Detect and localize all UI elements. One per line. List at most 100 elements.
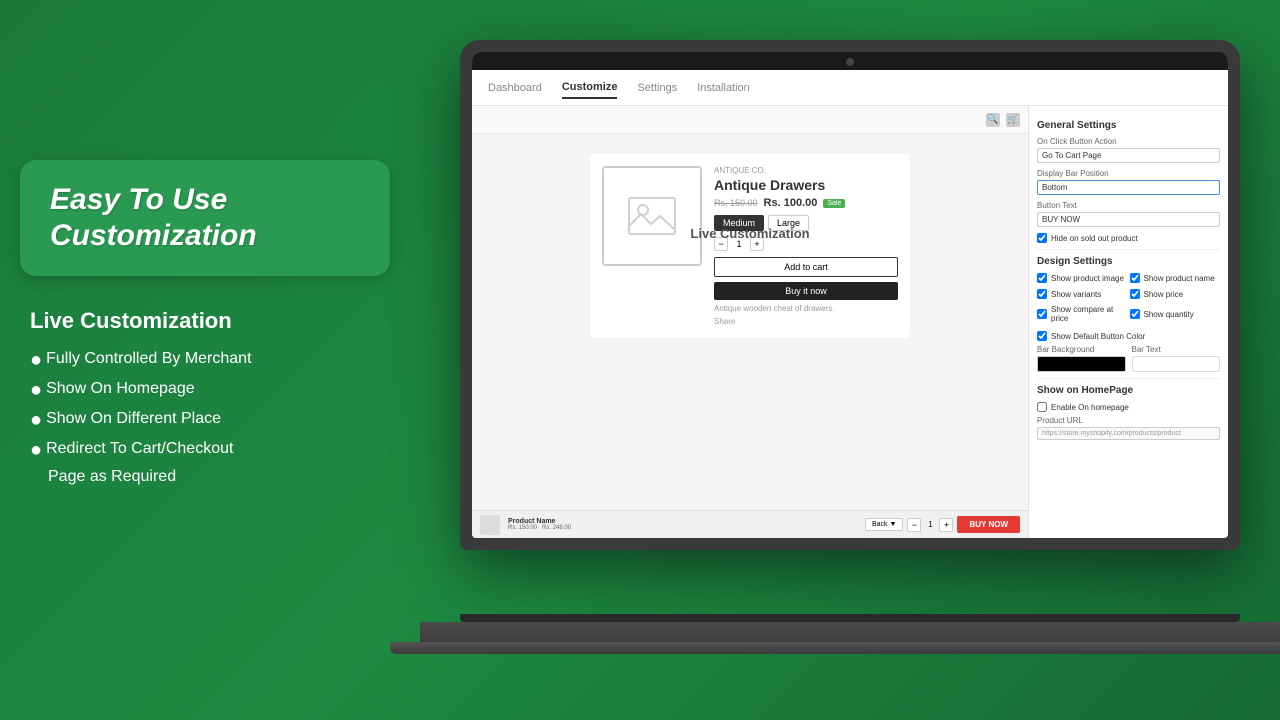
- sticky-qty-decrease[interactable]: −: [907, 518, 921, 532]
- show-compare-checkbox[interactable]: [1037, 309, 1047, 319]
- display-bar-label: Display Bar Position: [1037, 169, 1220, 178]
- sticky-product-thumbnail: [480, 515, 500, 535]
- cart-icon: 🛒: [1006, 113, 1020, 127]
- price-row: Rs. 150.00 Rs. 100.00 Sale: [714, 197, 898, 209]
- show-compare-label: Show compare at price: [1051, 305, 1128, 323]
- feature-item-4: ● Redirect To Cart/Checkout: [30, 438, 390, 462]
- hide-sold-out-checkbox[interactable]: [1037, 233, 1047, 243]
- buy-now-button[interactable]: Buy it now: [714, 282, 898, 300]
- sale-price: Rs. 100.00: [764, 197, 818, 209]
- product-card: ANTIQUE CO. Antique Drawers Rs. 150.00 R…: [590, 154, 910, 338]
- laptop-hinge: [460, 614, 1240, 622]
- on-click-label: On Click Button Action: [1037, 137, 1220, 146]
- features-section: Live Customization ● Fully Controlled By…: [20, 308, 390, 488]
- display-bar-input[interactable]: [1037, 180, 1220, 195]
- sticky-quantity-control: − 1 +: [907, 518, 953, 532]
- feature-text-2: Show On Homepage: [46, 378, 195, 400]
- sticky-buy-button[interactable]: BUY NOW: [957, 516, 1020, 533]
- add-to-cart-button[interactable]: Add to cart: [714, 257, 898, 277]
- design-checkboxes-grid: Show product image Show product name Sho…: [1037, 273, 1220, 327]
- enable-homepage-row: Enable On homepage: [1037, 402, 1220, 412]
- feature-item-3: ● Show On Different Place: [30, 408, 390, 432]
- laptop-foot: [390, 642, 1280, 654]
- product-url-input[interactable]: [1037, 427, 1220, 440]
- webcam-dot: [846, 58, 854, 66]
- preview-top-bar: 🔍 🛒: [472, 106, 1028, 134]
- show-product-image-checkbox[interactable]: [1037, 273, 1047, 283]
- sticky-qty-value: 1: [923, 520, 937, 529]
- feature-text-4: Redirect To Cart/Checkout: [46, 438, 233, 460]
- sticky-product-info: Product Name Rs. 150.00 Rs. 248.00: [508, 518, 857, 531]
- product-name: Antique Drawers: [714, 177, 898, 193]
- headline-text: Easy To Use Customization: [50, 182, 360, 254]
- button-text-input[interactable]: [1037, 212, 1220, 227]
- feature-text-1: Fully Controlled By Merchant: [46, 348, 251, 370]
- feature-text-4b: Page as Required: [30, 466, 390, 488]
- bar-background-label: Bar Background: [1037, 345, 1126, 354]
- show-product-image-row: Show product image: [1037, 273, 1128, 283]
- left-content: Easy To Use Customization Live Customiza…: [20, 160, 390, 494]
- show-product-name-label: Show product name: [1144, 274, 1215, 283]
- show-price-checkbox[interactable]: [1130, 289, 1140, 299]
- nav-tab-customize[interactable]: Customize: [562, 77, 618, 99]
- show-product-image-label: Show product image: [1051, 274, 1124, 283]
- bar-text-swatch[interactable]: [1132, 356, 1221, 372]
- sticky-original-price: Rs. 150.00: [508, 525, 537, 531]
- share-row: Share: [714, 317, 898, 326]
- nav-tab-installation[interactable]: Installation: [697, 78, 750, 98]
- design-settings-title: Design Settings: [1037, 256, 1220, 267]
- show-quantity-checkbox[interactable]: [1130, 309, 1140, 319]
- sticky-nav-back[interactable]: Back ▼: [865, 518, 904, 531]
- sticky-back-label: Back: [872, 521, 888, 528]
- divider-2: [1037, 378, 1220, 379]
- live-customization-label: Live Customization: [690, 226, 809, 241]
- show-homepage-title: Show on HomePage: [1037, 385, 1220, 396]
- show-default-button-label: Show Default Button Color: [1051, 332, 1145, 341]
- right-settings-panel: General Settings On Click Button Action …: [1028, 106, 1228, 538]
- app-main: 🔍 🛒 Live Customization: [472, 106, 1228, 538]
- bullet-2: ●: [30, 378, 42, 402]
- show-default-button-checkbox[interactable]: [1037, 331, 1047, 341]
- bullet-1: ●: [30, 348, 42, 372]
- share-label: Share: [714, 317, 735, 326]
- headline-box: Easy To Use Customization: [20, 160, 390, 276]
- bar-background-swatch[interactable]: [1037, 356, 1126, 372]
- show-product-name-checkbox[interactable]: [1130, 273, 1140, 283]
- product-image: [602, 166, 702, 266]
- hide-sold-out-label: Hide on sold out product: [1051, 234, 1138, 243]
- laptop-container: Dashboard Customize Settings Installatio…: [400, 40, 1280, 690]
- preview-area: 🔍 🛒 Live Customization: [472, 106, 1028, 538]
- product-eyebrow: ANTIQUE CO.: [714, 166, 898, 175]
- general-settings-title: General Settings: [1037, 120, 1220, 131]
- feature-text-3: Show On Different Place: [46, 408, 221, 430]
- show-product-name-row: Show product name: [1130, 273, 1221, 283]
- enable-homepage-checkbox[interactable]: [1037, 402, 1047, 412]
- sticky-product-name: Product Name: [508, 518, 857, 525]
- nav-tab-dashboard[interactable]: Dashboard: [488, 78, 542, 98]
- laptop-outer: Dashboard Customize Settings Installatio…: [460, 40, 1240, 550]
- button-text-label: Button Text: [1037, 201, 1220, 210]
- show-compare-row: Show compare at price: [1037, 305, 1128, 323]
- nav-tab-settings[interactable]: Settings: [637, 78, 677, 98]
- on-click-input[interactable]: [1037, 148, 1220, 163]
- product-url-label: Product URL: [1037, 416, 1220, 425]
- original-price: Rs. 150.00: [714, 198, 758, 208]
- product-details: ANTIQUE CO. Antique Drawers Rs. 150.00 R…: [714, 166, 898, 326]
- show-variants-checkbox[interactable]: [1037, 289, 1047, 299]
- show-quantity-label: Show quantity: [1144, 310, 1194, 319]
- features-title: Live Customization: [30, 308, 390, 334]
- chevron-down-icon: ▼: [890, 521, 897, 528]
- sticky-sale-price: Rs. 248.00: [542, 525, 571, 531]
- app-nav: Dashboard Customize Settings Installatio…: [472, 70, 1228, 106]
- sticky-price-row: Rs. 150.00 Rs. 248.00: [508, 525, 857, 531]
- bullet-4: ●: [30, 438, 42, 462]
- show-price-row: Show price: [1130, 289, 1221, 299]
- bar-text-label: Bar Text: [1132, 345, 1221, 354]
- show-variants-label: Show variants: [1051, 290, 1101, 299]
- sticky-nav-controls: Back ▼ − 1 + BUY NOW: [865, 516, 1020, 533]
- show-variants-row: Show variants: [1037, 289, 1128, 299]
- sticky-qty-increase[interactable]: +: [939, 518, 953, 532]
- search-icon: 🔍: [986, 113, 1000, 127]
- sticky-bar: Product Name Rs. 150.00 Rs. 248.00 Back: [472, 510, 1028, 538]
- screen-content: Dashboard Customize Settings Installatio…: [472, 70, 1228, 538]
